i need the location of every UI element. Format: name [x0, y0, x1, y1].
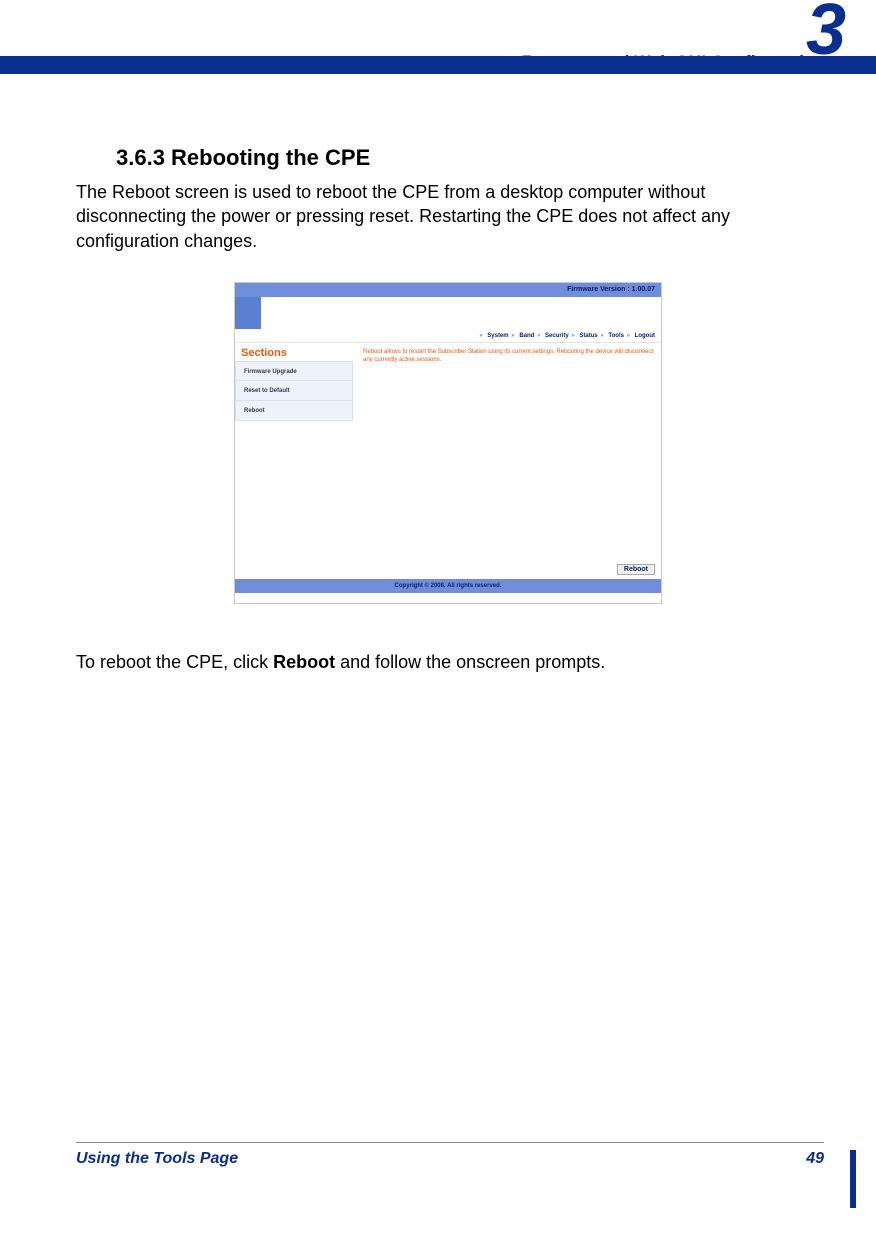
footer-title: Using the Tools Page — [76, 1150, 238, 1168]
content-panel: Reboot allows to restart the Subscriber … — [353, 343, 661, 579]
nav-band[interactable]: Band — [519, 329, 534, 343]
reboot-button[interactable]: Reboot — [617, 564, 655, 575]
nav-sep: » — [479, 329, 482, 343]
nav-sep: » — [511, 329, 514, 343]
nav-security[interactable]: Security — [545, 329, 569, 343]
para2-b: Reboot — [273, 652, 335, 672]
footer-vertical-bar — [850, 1150, 856, 1208]
nav-sep: » — [627, 329, 630, 343]
nav-sep: » — [571, 329, 574, 343]
footer-rule — [76, 1142, 824, 1143]
nav-sep: » — [537, 329, 540, 343]
sidebar-item-reset-to-default[interactable]: Reset to Default — [235, 381, 353, 401]
footer-page-number: 49 — [806, 1150, 824, 1168]
para2-a: To reboot the CPE, click — [76, 652, 273, 672]
sidebar-title: Sections — [235, 343, 353, 361]
sidebar-item-reboot[interactable]: Reboot — [235, 401, 353, 421]
nav-tools[interactable]: Tools — [608, 329, 624, 343]
nav-system[interactable]: System — [487, 329, 508, 343]
paragraph-1: The Reboot screen is used to reboot the … — [76, 180, 806, 253]
para2-c: and follow the onscreen prompts. — [335, 652, 605, 672]
nav-logout[interactable]: Logout — [635, 329, 655, 343]
logo-box — [235, 297, 261, 329]
page-footer: Using the Tools Page 49 — [76, 1142, 824, 1170]
chapter-title: Features and Web GUI Configuration — [520, 52, 824, 72]
embedded-ui-figure: Firmware Version : 1.00.07 » System » Ba… — [234, 282, 662, 604]
firmware-version-bar: Firmware Version : 1.00.07 — [235, 283, 661, 297]
sidebar-item-firmware-upgrade[interactable]: Firmware Upgrade — [235, 361, 353, 381]
chapter-number: 3 — [806, 0, 846, 66]
sidebar: Sections Firmware Upgrade Reset to Defau… — [235, 343, 353, 579]
content-message: Reboot allows to restart the Subscriber … — [363, 349, 655, 364]
paragraph-2: To reboot the CPE, click Reboot and foll… — [76, 650, 806, 674]
logo-strip — [235, 297, 661, 329]
nav-sep: » — [600, 329, 603, 343]
nav-row: » System » Band » Security » Status » To… — [235, 329, 661, 343]
nav-status[interactable]: Status — [579, 329, 597, 343]
section-heading: 3.6.3 Rebooting the CPE — [116, 145, 370, 171]
ui-copyright: Copyright © 2008. All rights reserved. — [235, 579, 661, 593]
main-area: Sections Firmware Upgrade Reset to Defau… — [235, 343, 661, 579]
